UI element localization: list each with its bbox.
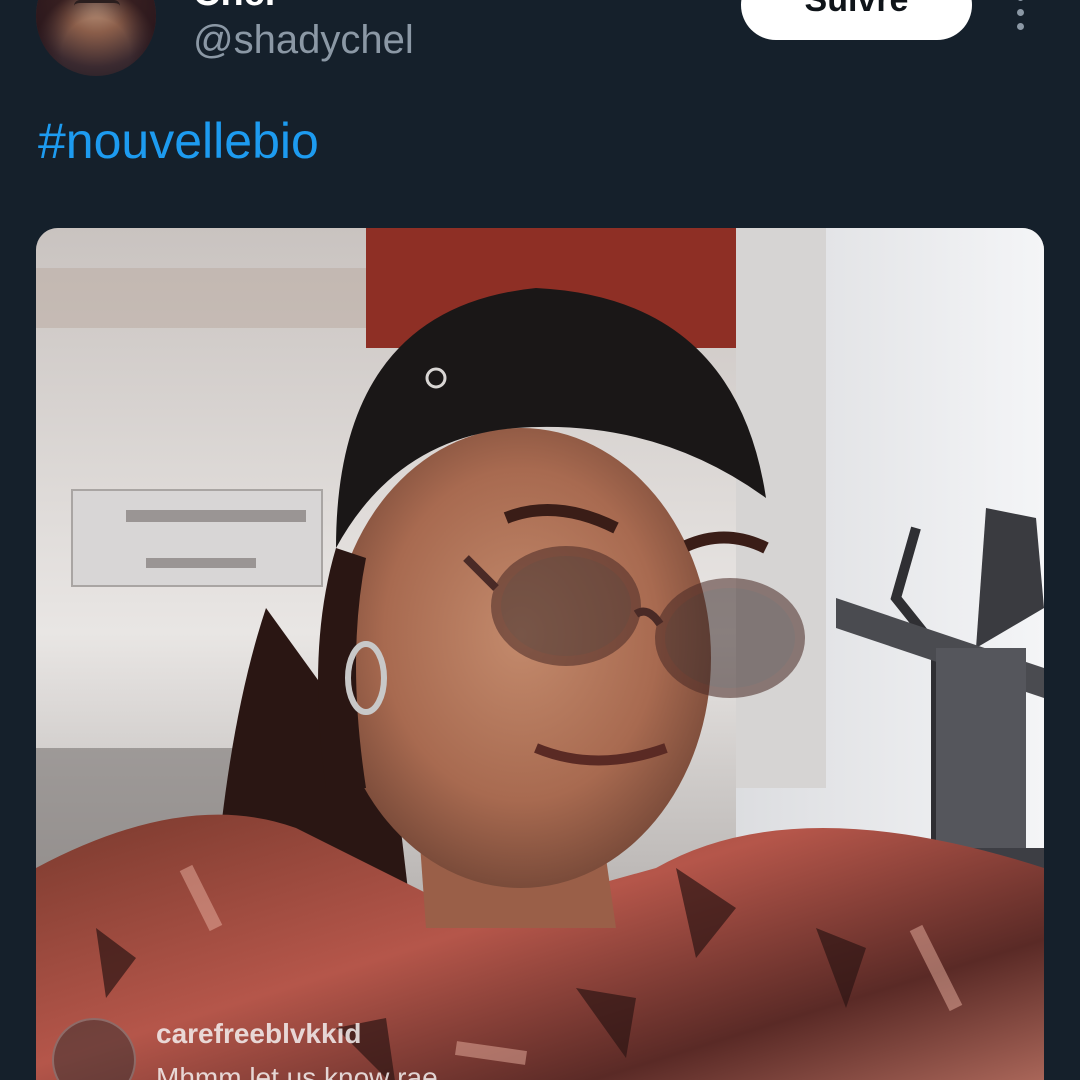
follow-button[interactable]: Suivre — [741, 0, 972, 40]
more-dot — [1016, 0, 1024, 1]
author-display-name[interactable]: Chel — [193, 0, 275, 16]
video-frame-illustration — [36, 228, 1044, 1080]
tweet-hashtag-link[interactable]: #nouvellebio — [38, 112, 319, 170]
author-avatar[interactable] — [36, 0, 156, 76]
more-options-icon[interactable] — [1006, 0, 1034, 30]
author-handle[interactable]: @shadychel — [193, 16, 414, 64]
more-dot — [1016, 23, 1024, 30]
video-overlay-message: Mhmm let us know rae — [156, 1062, 438, 1080]
avatar-glasses — [74, 0, 120, 15]
tweet-screen: Chel @shadychel Suivre #nouvellebio — [0, 0, 1080, 1080]
more-dot — [1016, 8, 1024, 16]
video-overlay-username: carefreeblvkkid — [156, 1018, 362, 1049]
tweet-media-video[interactable]: carefreeblvkkid Mhmm let us know rae — [36, 228, 1044, 1080]
follow-button-label: Suivre — [804, 0, 909, 19]
